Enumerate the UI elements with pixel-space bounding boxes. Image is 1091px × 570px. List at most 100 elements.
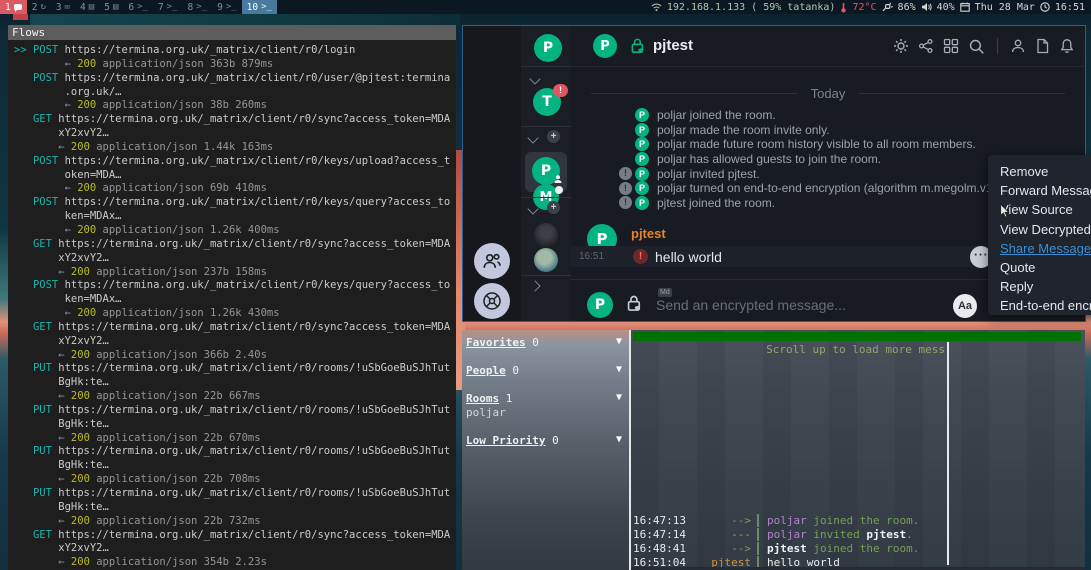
section-collapse-icon[interactable]: ▼ bbox=[616, 434, 622, 445]
flow-line[interactable]: ← 200 application/json 363b 879ms bbox=[14, 58, 456, 72]
share-icon[interactable] bbox=[918, 38, 934, 54]
context-menu: RemoveForward MessageView SourceView Dec… bbox=[988, 155, 1091, 315]
section-collapse-icon[interactable]: ▼ bbox=[616, 364, 622, 375]
flow-line[interactable]: ← 200 application/json 1.44k 163ms bbox=[14, 141, 456, 155]
file-icon[interactable] bbox=[1035, 38, 1050, 54]
date: Thu 28 Mar bbox=[975, 2, 1035, 13]
flow-line[interactable]: PUT https://termina.org.uk/_matrix/clien… bbox=[14, 404, 456, 418]
flow-line[interactable]: oken=MDA… bbox=[14, 169, 456, 183]
add-room-button[interactable]: + bbox=[547, 130, 560, 143]
workspace-icon: >_ bbox=[167, 2, 178, 12]
workspace-1[interactable]: 1 bbox=[0, 0, 27, 14]
section-low-priority[interactable]: Low Priority 0▼ bbox=[466, 434, 559, 448]
flow-line[interactable]: ← 200 application/json 22b 732ms bbox=[14, 515, 456, 529]
menu-item-view-decrypted-s[interactable]: View Decrypted S bbox=[1000, 220, 1091, 239]
flow-line[interactable]: xY2xvY2… bbox=[14, 542, 456, 556]
workspace-5[interactable]: 5▤ bbox=[99, 0, 123, 14]
workspace-2[interactable]: 2↻ bbox=[27, 0, 51, 14]
menu-item-view-source[interactable]: View Source bbox=[1000, 200, 1091, 219]
workspace-7[interactable]: 7>_ bbox=[153, 0, 183, 14]
workspace-6[interactable]: 6>_ bbox=[123, 0, 153, 14]
flow-line[interactable]: ← 200 application/json 237b 158ms bbox=[14, 266, 456, 280]
menu-item-share-message[interactable]: Share Message bbox=[1000, 239, 1091, 258]
flow-line[interactable]: PUT https://termina.org.uk/_matrix/clien… bbox=[14, 445, 456, 459]
timeline-event[interactable]: Ppoljar made future room history visible… bbox=[571, 137, 1085, 152]
section-rooms[interactable]: Rooms 1▼ bbox=[466, 392, 512, 406]
flow-line[interactable]: BgHk:te… bbox=[14, 376, 456, 390]
menu-item-forward-message[interactable]: Forward Message bbox=[1000, 181, 1091, 200]
explore-button[interactable] bbox=[474, 283, 510, 319]
format-button[interactable]: Aa bbox=[953, 294, 977, 318]
wallpaper-accent bbox=[13, 14, 28, 20]
room-avatar[interactable]: P bbox=[593, 34, 617, 58]
flow-line[interactable]: ← 200 application/json 38b 260ms bbox=[14, 99, 456, 113]
flow-line[interactable]: ken=MDAx… bbox=[14, 293, 456, 307]
section-favorites[interactable]: Favorites 0▼ bbox=[466, 336, 539, 350]
menu-item-quote[interactable]: Quote bbox=[1000, 258, 1091, 277]
flow-line[interactable]: ← 200 application/json 22b 708ms bbox=[14, 473, 456, 487]
flow-line[interactable]: ← 200 application/json 354b 2.23s bbox=[14, 556, 456, 570]
timeline-event[interactable]: Ppoljar made the room invite only. bbox=[571, 123, 1085, 138]
event-text: poljar made future room history visible … bbox=[657, 137, 976, 151]
workspace-3[interactable]: 3✉ bbox=[51, 0, 75, 14]
apps-grid-icon[interactable] bbox=[943, 38, 959, 54]
room-avatar-image[interactable] bbox=[534, 248, 558, 272]
flow-line[interactable]: BgHk:te… bbox=[14, 418, 456, 432]
room-title: pjtest bbox=[653, 37, 693, 55]
flow-line[interactable]: xY2xvY2… bbox=[14, 335, 456, 349]
people-button[interactable] bbox=[474, 243, 510, 279]
mouse-cursor bbox=[1000, 203, 1010, 222]
workspace-10[interactable]: 10>_ bbox=[242, 0, 277, 14]
search-icon[interactable] bbox=[968, 38, 985, 55]
sender-name[interactable]: pjtest bbox=[631, 226, 666, 241]
flow-line[interactable]: ← 200 application/json 366b 2.40s bbox=[14, 349, 456, 363]
section-collapse-icon[interactable]: ▼ bbox=[616, 392, 622, 403]
flow-line[interactable]: GET https://termina.org.uk/_matrix/clien… bbox=[14, 238, 456, 252]
workspace-9[interactable]: 9>_ bbox=[212, 0, 242, 14]
time: 16:51 bbox=[1055, 2, 1085, 13]
settings-icon[interactable] bbox=[893, 38, 909, 54]
flow-line[interactable]: PUT https://termina.org.uk/_matrix/clien… bbox=[14, 362, 456, 376]
flow-line[interactable]: GET https://termina.org.uk/_matrix/clien… bbox=[14, 321, 456, 335]
flow-line[interactable]: POST https://termina.org.uk/_matrix/clie… bbox=[14, 279, 456, 293]
menu-item-remove[interactable]: Remove bbox=[1000, 162, 1091, 181]
flow-line[interactable]: ← 200 application/json 1.26k 430ms bbox=[14, 307, 456, 321]
section-collapse-icon[interactable]: ▼ bbox=[616, 336, 622, 347]
flow-line[interactable]: xY2xvY2… bbox=[14, 252, 456, 266]
chat-message: 16:47:13-->poljar joined the room. bbox=[633, 513, 946, 527]
flow-line[interactable]: .org.uk/… bbox=[14, 86, 456, 100]
flow-line[interactable]: ken=MDAx… bbox=[14, 210, 456, 224]
timeline-event[interactable]: Ppoljar joined the room. bbox=[571, 108, 1085, 123]
workspace-8[interactable]: 8>_ bbox=[183, 0, 213, 14]
flow-line[interactable]: POST https://termina.org.uk/_matrix/clie… bbox=[14, 72, 456, 86]
room-avatar-image[interactable] bbox=[534, 223, 558, 247]
flow-line[interactable]: ← 200 application/json 22b 667ms bbox=[14, 390, 456, 404]
user-avatar[interactable]: P bbox=[534, 34, 562, 62]
divider bbox=[947, 342, 949, 565]
flow-line[interactable]: ← 200 application/json 22b 670ms bbox=[14, 432, 456, 446]
flow-line[interactable]: ← 200 application/json 69b 410ms bbox=[14, 182, 456, 196]
members-icon[interactable] bbox=[1010, 38, 1026, 54]
menu-item-reply[interactable]: Reply bbox=[1000, 277, 1091, 296]
unencrypted-warning-icon: ! bbox=[619, 196, 632, 209]
notifications-bell-icon[interactable] bbox=[1059, 38, 1075, 54]
workspace-4[interactable]: 4▤ bbox=[75, 0, 99, 14]
menu-item-end-to-end-encry[interactable]: End-to-end encry bbox=[1000, 296, 1091, 315]
room-poljar[interactable]: poljar bbox=[466, 406, 506, 420]
flow-line[interactable]: PUT https://termina.org.uk/_matrix/clien… bbox=[14, 487, 456, 501]
flow-line[interactable]: ← 200 application/json 1.26k 400ms bbox=[14, 224, 456, 238]
event-text: pjtest joined the room. bbox=[657, 196, 775, 210]
message-input[interactable]: Send an encrypted message... bbox=[656, 297, 846, 313]
add-room-button[interactable]: + bbox=[547, 201, 560, 214]
flow-line[interactable]: GET https://termina.org.uk/_matrix/clien… bbox=[14, 529, 456, 543]
divider bbox=[521, 66, 571, 67]
section-people[interactable]: People 0▼ bbox=[466, 364, 519, 378]
flow-line[interactable]: xY2xvY2… bbox=[14, 127, 456, 141]
event-avatar: P bbox=[635, 137, 649, 151]
flow-line[interactable]: POST https://termina.org.uk/_matrix/clie… bbox=[14, 196, 456, 210]
flow-line[interactable]: POST https://termina.org.uk/_matrix/clie… bbox=[14, 155, 456, 169]
flow-line[interactable]: >> POST https://termina.org.uk/_matrix/c… bbox=[14, 44, 456, 58]
flow-line[interactable]: GET https://termina.org.uk/_matrix/clien… bbox=[14, 113, 456, 127]
flow-line[interactable]: BgHk:te… bbox=[14, 501, 456, 515]
flow-line[interactable]: BgHk:te… bbox=[14, 459, 456, 473]
